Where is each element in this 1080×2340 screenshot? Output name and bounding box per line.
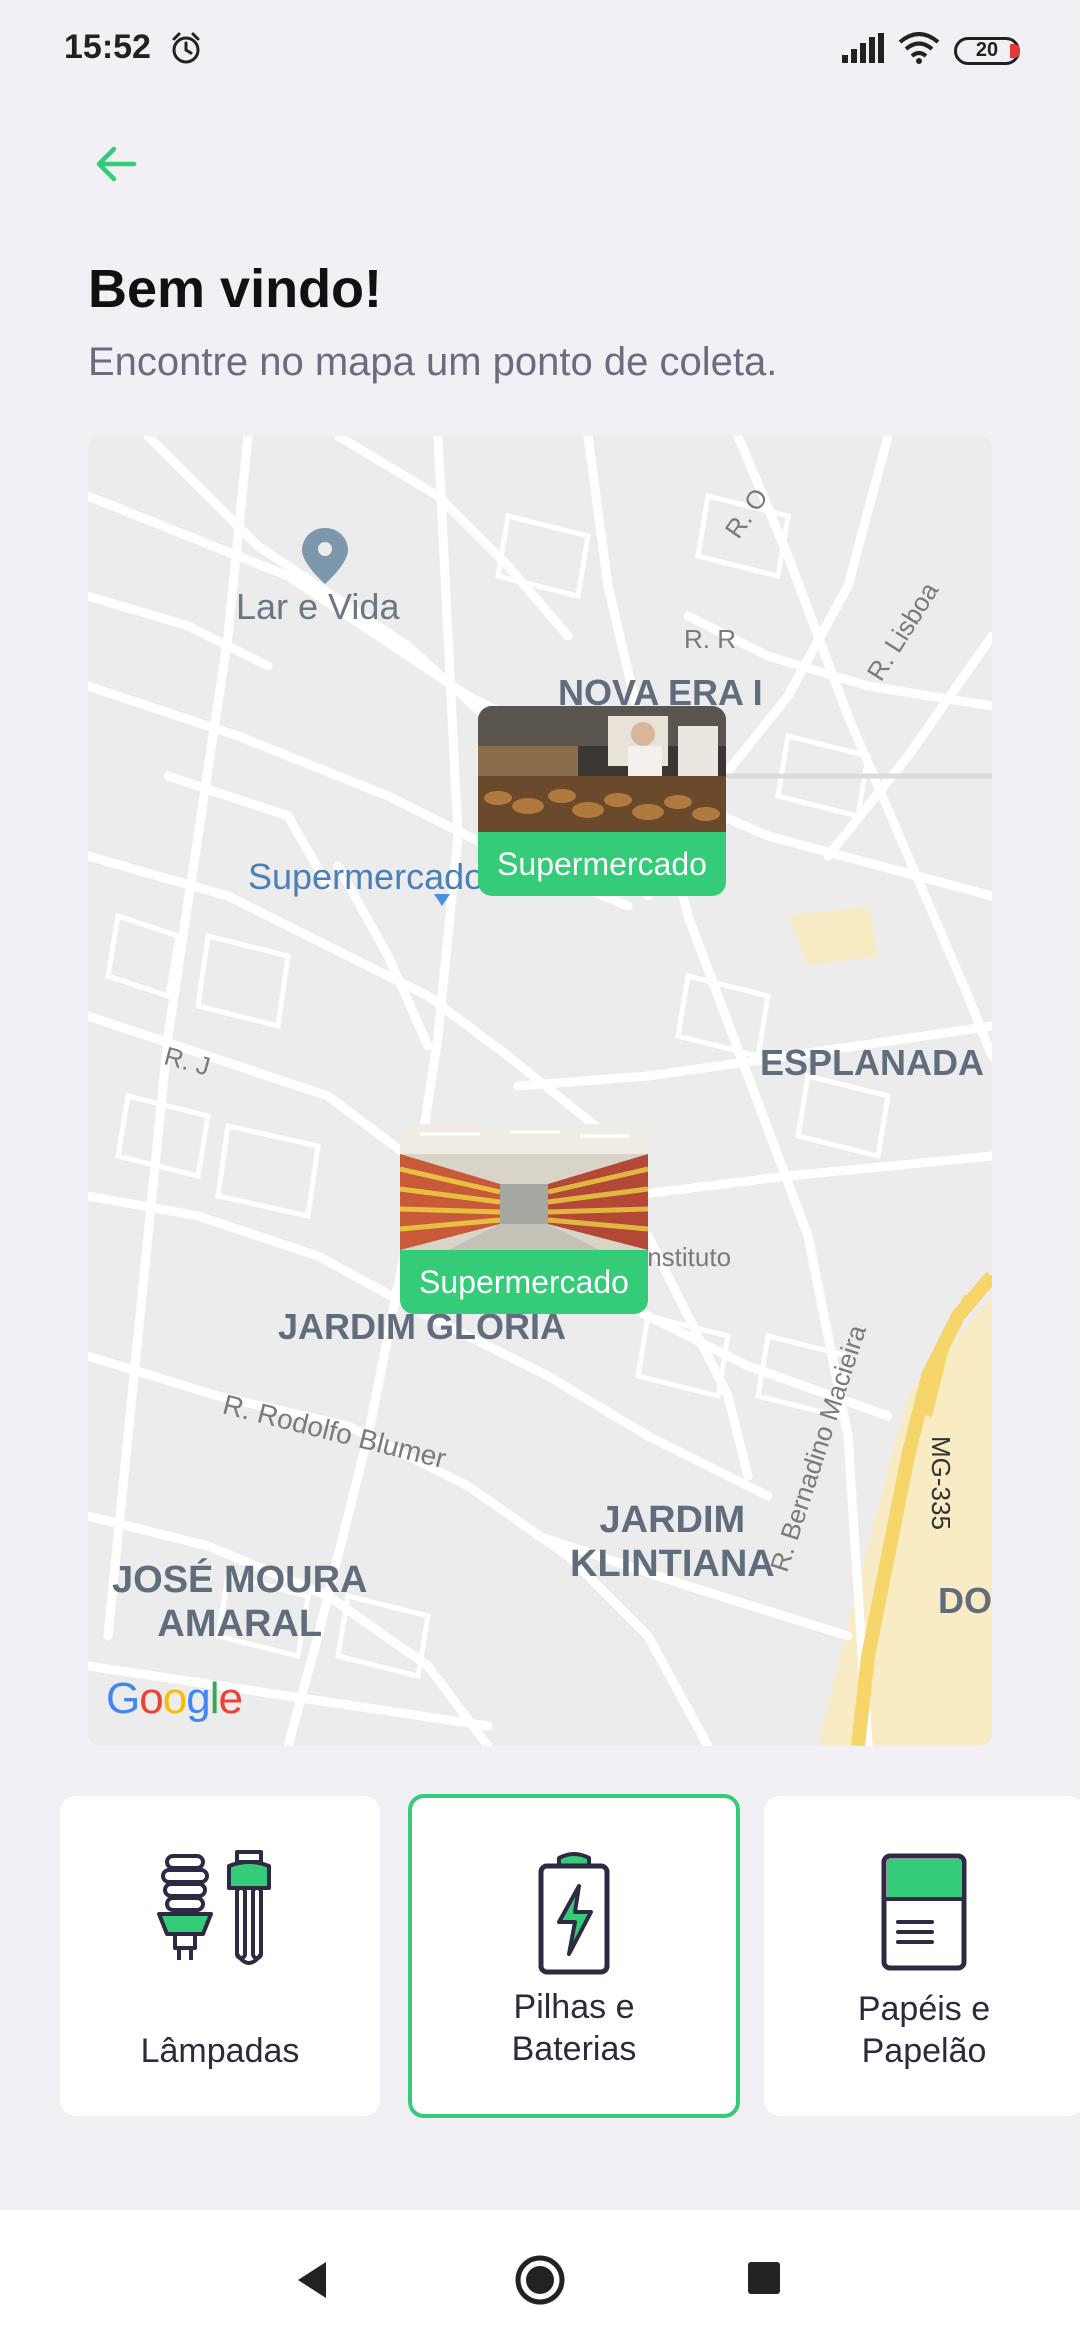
map-marker[interactable]: Supermercado [400, 1124, 648, 1314]
map-view[interactable]: Lar e Vida Supermercado NOVA ERA I ESPLA… [88, 436, 992, 1746]
category-card-papeis-papelao[interactable]: Papéis e Papelão [764, 1796, 1080, 2116]
neighborhood-label-jardim-klintiana: JARDIM KLINTIANA [570, 1499, 775, 1585]
status-time: 15:52 [64, 28, 151, 66]
street-label-r-r: R. R [684, 624, 736, 654]
supermarket-aisle-photo [400, 1124, 648, 1250]
bakery-photo [478, 706, 726, 832]
marker-label: Supermercado [478, 832, 726, 896]
poi-label-supermercado: Supermercado [248, 856, 485, 897]
battery-charge-icon [412, 1850, 736, 1980]
street-label-mg-335: MG-335 [926, 1436, 956, 1530]
category-label: Pilhas e Baterias [511, 1988, 637, 2068]
back-button[interactable] [86, 138, 146, 190]
street-label-instituto: Instituto [640, 1242, 732, 1272]
home-nav-icon[interactable] [514, 2254, 566, 2311]
recents-nav-icon[interactable] [746, 2260, 782, 2301]
category-list: Lâmpadas Pilhas e Baterias Papéis e Pape… [60, 1794, 1080, 2120]
category-label: Lâmpadas [140, 2032, 300, 2070]
page-title: Bem vindo! [88, 259, 383, 319]
battery-icon: 20 [954, 36, 1020, 65]
neighborhood-label-esplanada: ESPLANADA [760, 1042, 985, 1083]
category-card-pilhas-baterias[interactable]: Pilhas e Baterias [408, 1794, 740, 2118]
category-card-lampadas[interactable]: Lâmpadas [60, 1796, 380, 2116]
category-label: Papéis e Papelão [857, 1990, 991, 2070]
map-roads [88, 436, 992, 1746]
status-bar: 15:52 20 [0, 0, 1080, 100]
neighborhood-label-do: DO [938, 1580, 992, 1621]
paper-icon [764, 1848, 1080, 1978]
marker-label: Supermercado [400, 1250, 648, 1314]
lamps-icon [60, 1848, 380, 1978]
system-nav-bar [0, 2210, 1080, 2340]
wifi-icon [898, 32, 940, 69]
page-subtitle: Encontre no mapa um ponto de coleta. [88, 340, 778, 384]
battery-level: 20 [975, 39, 999, 61]
map-marker[interactable]: Supermercado [478, 706, 726, 896]
google-logo: Google [106, 1674, 243, 1723]
arrow-left-icon [96, 146, 137, 182]
back-nav-icon[interactable] [294, 2260, 330, 2305]
neighborhood-label-jose-moura-amaral: JOSÉ MOURA AMARAL [112, 1559, 368, 1645]
poi-label-lar-e-vida: Lar e Vida [236, 586, 400, 627]
signal-icon [842, 33, 884, 68]
alarm-icon [168, 30, 204, 71]
